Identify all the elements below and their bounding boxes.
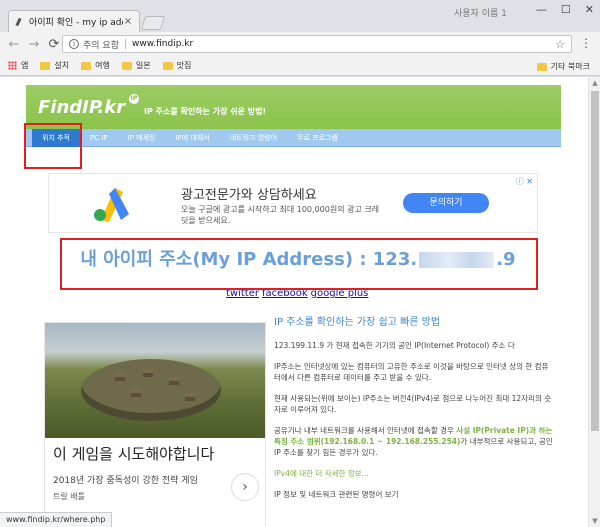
- highlight-ip-address: [60, 238, 538, 290]
- apps-icon: [8, 61, 17, 70]
- folder-icon: [121, 61, 132, 70]
- hut-shape: [131, 389, 141, 397]
- scroll-up-icon[interactable]: ▲: [589, 77, 600, 89]
- other-bookmarks-label: 기타 북마크: [550, 62, 590, 71]
- browser-tab[interactable]: 아이피 확인 - my ip add ×: [8, 10, 140, 32]
- bookmark-label: 앱: [21, 61, 29, 70]
- article: IP 주소를 확인하는 가장 쉽고 빠른 방법 123.199.11.9 가 현…: [274, 317, 554, 510]
- page-scrollbar[interactable]: ▲ ▼: [588, 77, 600, 527]
- bookmark-star-icon[interactable]: ☆: [555, 38, 565, 51]
- logo-badge: IP: [129, 94, 139, 104]
- tab-favicon-icon: [15, 17, 25, 27]
- article-paragraph: 현재 사용되는(위에 보이는) IP주소는 버전4(IPv4)로 점으로 나누어…: [274, 394, 552, 414]
- bookmark-folder[interactable]: 설치: [40, 60, 69, 71]
- bookmark-folder[interactable]: 여행: [81, 60, 110, 71]
- site-container: FindIP.kr IP IP 주소를 확인하는 가장 쉬운 방법! 위치 추적…: [26, 85, 561, 147]
- ad-contact-button[interactable]: 문의하기: [403, 193, 489, 213]
- site-tagline: IP 주소를 확인하는 가장 쉬운 방법!: [144, 107, 267, 116]
- folder-icon: [40, 61, 51, 70]
- page-viewport: FindIP.kr IP IP 주소를 확인하는 가장 쉬운 방법! 위치 추적…: [0, 77, 588, 527]
- site-logo[interactable]: FindIP.kr: [38, 97, 125, 118]
- bookmarks-bar: 앱 설치 여행 일본 맛집 기타 북마크: [0, 56, 600, 76]
- url-divider: [124, 39, 126, 49]
- menu-icon[interactable]: ⋮: [580, 37, 592, 49]
- nav-item-ip-messaging[interactable]: IP 메세징: [118, 129, 166, 147]
- article-paragraph: 123.199.11.9 가 현재 접속한 기기의 공인 IP(Internet…: [274, 341, 515, 350]
- browser-toolbar: ← → ⟳ i 주의 요함 www.findip.kr ☆ ⋮: [0, 32, 600, 56]
- ad-title[interactable]: 광고전문가와 상담하세요: [181, 184, 317, 203]
- folder-icon: [536, 62, 547, 71]
- game-ad[interactable]: 이 게임을 시도해야합니다 2018년 가장 중독성이 강한 전략 게임 트랄 …: [44, 322, 266, 527]
- window-controls: — ☐ ✕: [536, 3, 594, 16]
- site-header: FindIP.kr IP IP 주소를 확인하는 가장 쉬운 방법!: [26, 85, 561, 129]
- security-label[interactable]: 주의 요함: [83, 38, 119, 51]
- folder-icon: [81, 61, 92, 70]
- scroll-down-icon[interactable]: ▼: [589, 515, 600, 527]
- article-text: 공유기나 내부 네트워크를 사용해서 인터넷에 접속할 경우: [274, 426, 457, 435]
- article-heading: IP 주소를 확인하는 가장 쉽고 빠른 방법: [274, 317, 441, 328]
- back-icon[interactable]: ←: [6, 36, 22, 52]
- hut-shape: [185, 393, 195, 401]
- site-nav: 위치 추적 PC IP IP 메세징 IP에 대해서 네트워크 명령어 무료 프…: [26, 128, 561, 147]
- url-text[interactable]: www.findip.kr: [132, 39, 555, 49]
- reload-icon[interactable]: ⟳: [46, 36, 62, 52]
- forward-icon[interactable]: →: [26, 36, 42, 52]
- google-ads-logo: [94, 188, 129, 222]
- info-icon[interactable]: i: [69, 39, 79, 49]
- chevron-right-icon[interactable]: ›: [231, 473, 259, 501]
- hut-shape: [115, 373, 125, 381]
- other-bookmarks[interactable]: 기타 북마크: [536, 61, 590, 72]
- status-bar: www.findip.kr/where.php: [0, 512, 113, 527]
- ad-description: 오늘 구글에 광고를 시작하고 최대 100,000원의 광고 크레딧을 받으세…: [181, 205, 380, 225]
- bookmark-label: 일본: [135, 61, 151, 70]
- bookmark-folder[interactable]: 맛집: [162, 60, 192, 71]
- new-tab-button[interactable]: [140, 16, 166, 30]
- folder-icon: [162, 61, 173, 70]
- tab-close-icon[interactable]: ×: [123, 16, 133, 27]
- tab-title: 아이피 확인 - my ip add: [29, 18, 123, 28]
- minimize-icon[interactable]: —: [536, 3, 547, 16]
- ad-choices-icon[interactable]: ⓘ ✕: [516, 176, 533, 187]
- profile-name[interactable]: 사용자 이름 1: [454, 6, 507, 19]
- network-commands-link[interactable]: IP 정보 및 네트워크 관련된 명령어 보기: [274, 489, 554, 500]
- hut-shape: [143, 369, 153, 377]
- bookmark-apps[interactable]: 앱: [8, 60, 28, 71]
- game-ad-subtitle: 2018년 가장 중독성이 강한 전략 게임: [53, 476, 198, 486]
- hut-shape: [169, 377, 179, 385]
- bookmark-label: 맛집: [176, 61, 192, 70]
- game-ad-image: [45, 323, 265, 438]
- bookmark-folder[interactable]: 일본: [121, 60, 151, 71]
- close-window-icon[interactable]: ✕: [585, 3, 594, 16]
- title-bar: 아이피 확인 - my ip add × 사용자 이름 1 — ☐ ✕: [0, 0, 600, 32]
- address-bar[interactable]: i 주의 요함 www.findip.kr ☆: [62, 35, 572, 53]
- google-ad-banner[interactable]: 광고전문가와 상담하세요 오늘 구글에 광고를 시작하고 최대 100,000원…: [48, 173, 538, 233]
- article-paragraph: 공유기나 내부 네트워크를 사용해서 인터넷에 접속할 경우 사설 IP(Pri…: [274, 425, 554, 458]
- highlight-location-tab: [24, 123, 82, 169]
- nav-item-about-ip[interactable]: IP에 대해서: [165, 129, 219, 147]
- nav-item-pc-ip[interactable]: PC IP: [80, 129, 118, 147]
- game-ad-tag: 트랄 배틀: [53, 492, 85, 501]
- scroll-thumb[interactable]: [591, 91, 599, 431]
- ipv4-more-link[interactable]: IPv4에 대한 더 자세한 정보...: [274, 468, 554, 479]
- article-paragraph: IP주소는 인터넷상에 있는 컴퓨터의 고유한 주소로 이것을 바탕으로 인터넷…: [274, 362, 549, 382]
- maximize-icon[interactable]: ☐: [561, 3, 571, 16]
- game-ad-title[interactable]: 이 게임을 시도해야합니다: [53, 443, 214, 464]
- nav-item-free-programs[interactable]: 무료 프로그램: [287, 129, 348, 147]
- nav-item-network-commands[interactable]: 네트워크 명령어: [220, 129, 287, 147]
- bookmark-label: 여행: [95, 61, 110, 70]
- bookmark-label: 설치: [54, 61, 70, 70]
